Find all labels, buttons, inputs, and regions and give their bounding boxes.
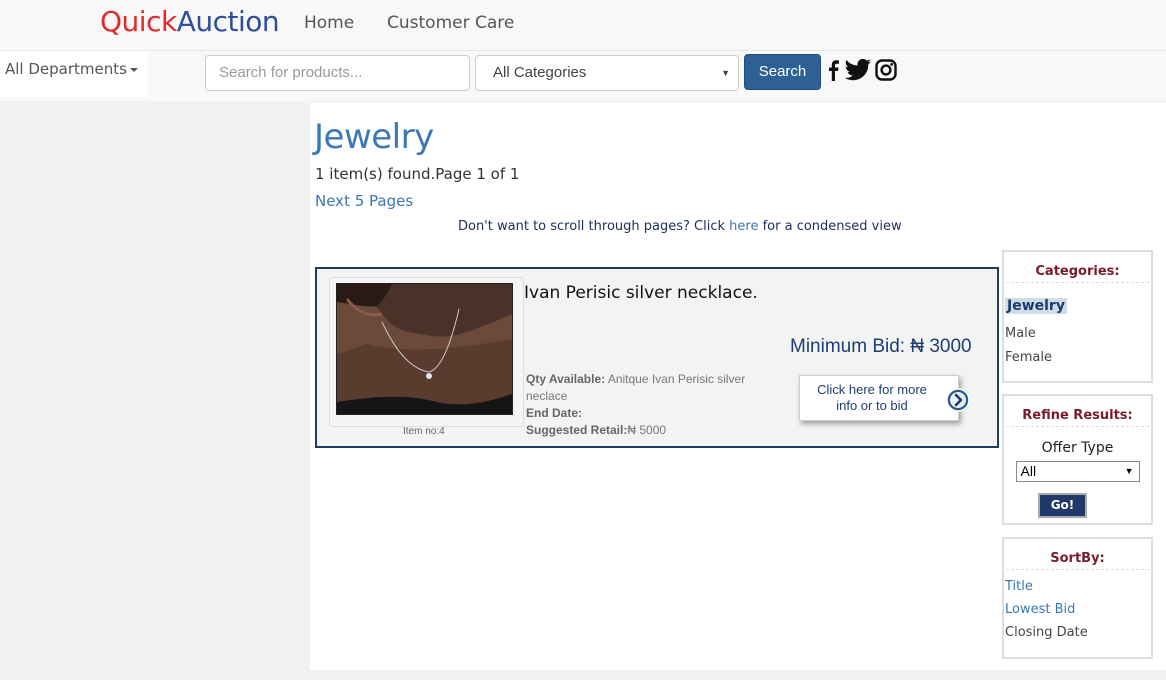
condensed-view-text: Don't want to scroll through pages? Clic… xyxy=(458,219,902,234)
search-bar: All Departments Search for products... A… xyxy=(0,51,1166,101)
condensed-view-link[interactable]: here xyxy=(729,219,758,234)
select-arrow-icon: ▼ xyxy=(721,68,730,78)
item-thumbnail-frame xyxy=(329,277,524,427)
results-count: 1 item(s) found.Page 1 of 1 xyxy=(315,165,520,183)
select-arrow-icon: ▼ xyxy=(1124,466,1134,476)
item-number: Item no:4 xyxy=(403,426,445,437)
offer-type-label: Offer Type xyxy=(1041,440,1114,456)
more-info-bid-button[interactable]: Click here for more info or to bid xyxy=(799,375,970,421)
sortby-panel: SortBy: Title Lowest Bid Closing Date xyxy=(1002,537,1153,659)
go-button[interactable]: Go! xyxy=(1038,493,1087,518)
nav-customer-care-link[interactable]: Customer Care xyxy=(387,13,514,33)
arrow-right-circle-icon xyxy=(946,388,970,412)
sort-closing-date-link[interactable]: Closing Date xyxy=(1004,625,1151,640)
nav-home-link[interactable]: Home xyxy=(304,13,354,33)
refine-results-panel: Refine Results: Offer Type All ▼ Go! xyxy=(1002,394,1153,525)
sort-title-link[interactable]: Title xyxy=(1004,579,1151,594)
categories-panel: Categories: Jewelry Male Female xyxy=(1002,250,1153,383)
search-input[interactable]: Search for products... xyxy=(205,55,470,91)
sortby-heading: SortBy: xyxy=(1006,539,1149,570)
minimum-bid: Minimum Bid: ₦ 3000 xyxy=(790,336,972,357)
search-button[interactable]: Search xyxy=(744,54,821,90)
brand-logo[interactable]: QuickAuction xyxy=(100,5,280,38)
page-title: Jewelry xyxy=(314,117,434,157)
category-jewelry[interactable]: Jewelry xyxy=(1005,298,1067,314)
item-card: Item no:4 Ivan Perisic silver necklace. … xyxy=(315,267,999,448)
facebook-icon[interactable] xyxy=(826,59,840,81)
item-thumbnail[interactable] xyxy=(336,283,513,415)
top-navbar: QuickAuction Home Customer Care xyxy=(0,0,1166,51)
all-departments-dropdown[interactable]: All Departments xyxy=(0,51,148,97)
next-pages-link[interactable]: Next 5 Pages xyxy=(315,192,413,210)
caret-down-icon xyxy=(129,67,138,72)
twitter-icon[interactable] xyxy=(844,59,872,81)
item-details: Qty Available: Anitque Ivan Perisic silv… xyxy=(526,372,746,437)
offer-type-select[interactable]: All ▼ xyxy=(1015,461,1140,482)
category-select[interactable]: All Categories ▼ xyxy=(475,55,739,91)
sort-lowest-bid-link[interactable]: Lowest Bid xyxy=(1004,602,1151,617)
categories-heading: Categories: xyxy=(1006,252,1149,283)
category-male[interactable]: Male xyxy=(1004,326,1151,341)
refine-results-heading: Refine Results: xyxy=(1006,396,1149,427)
category-female[interactable]: Female xyxy=(1004,350,1151,365)
item-title[interactable]: Ivan Perisic silver necklace. xyxy=(524,283,758,303)
instagram-icon[interactable] xyxy=(875,59,897,81)
